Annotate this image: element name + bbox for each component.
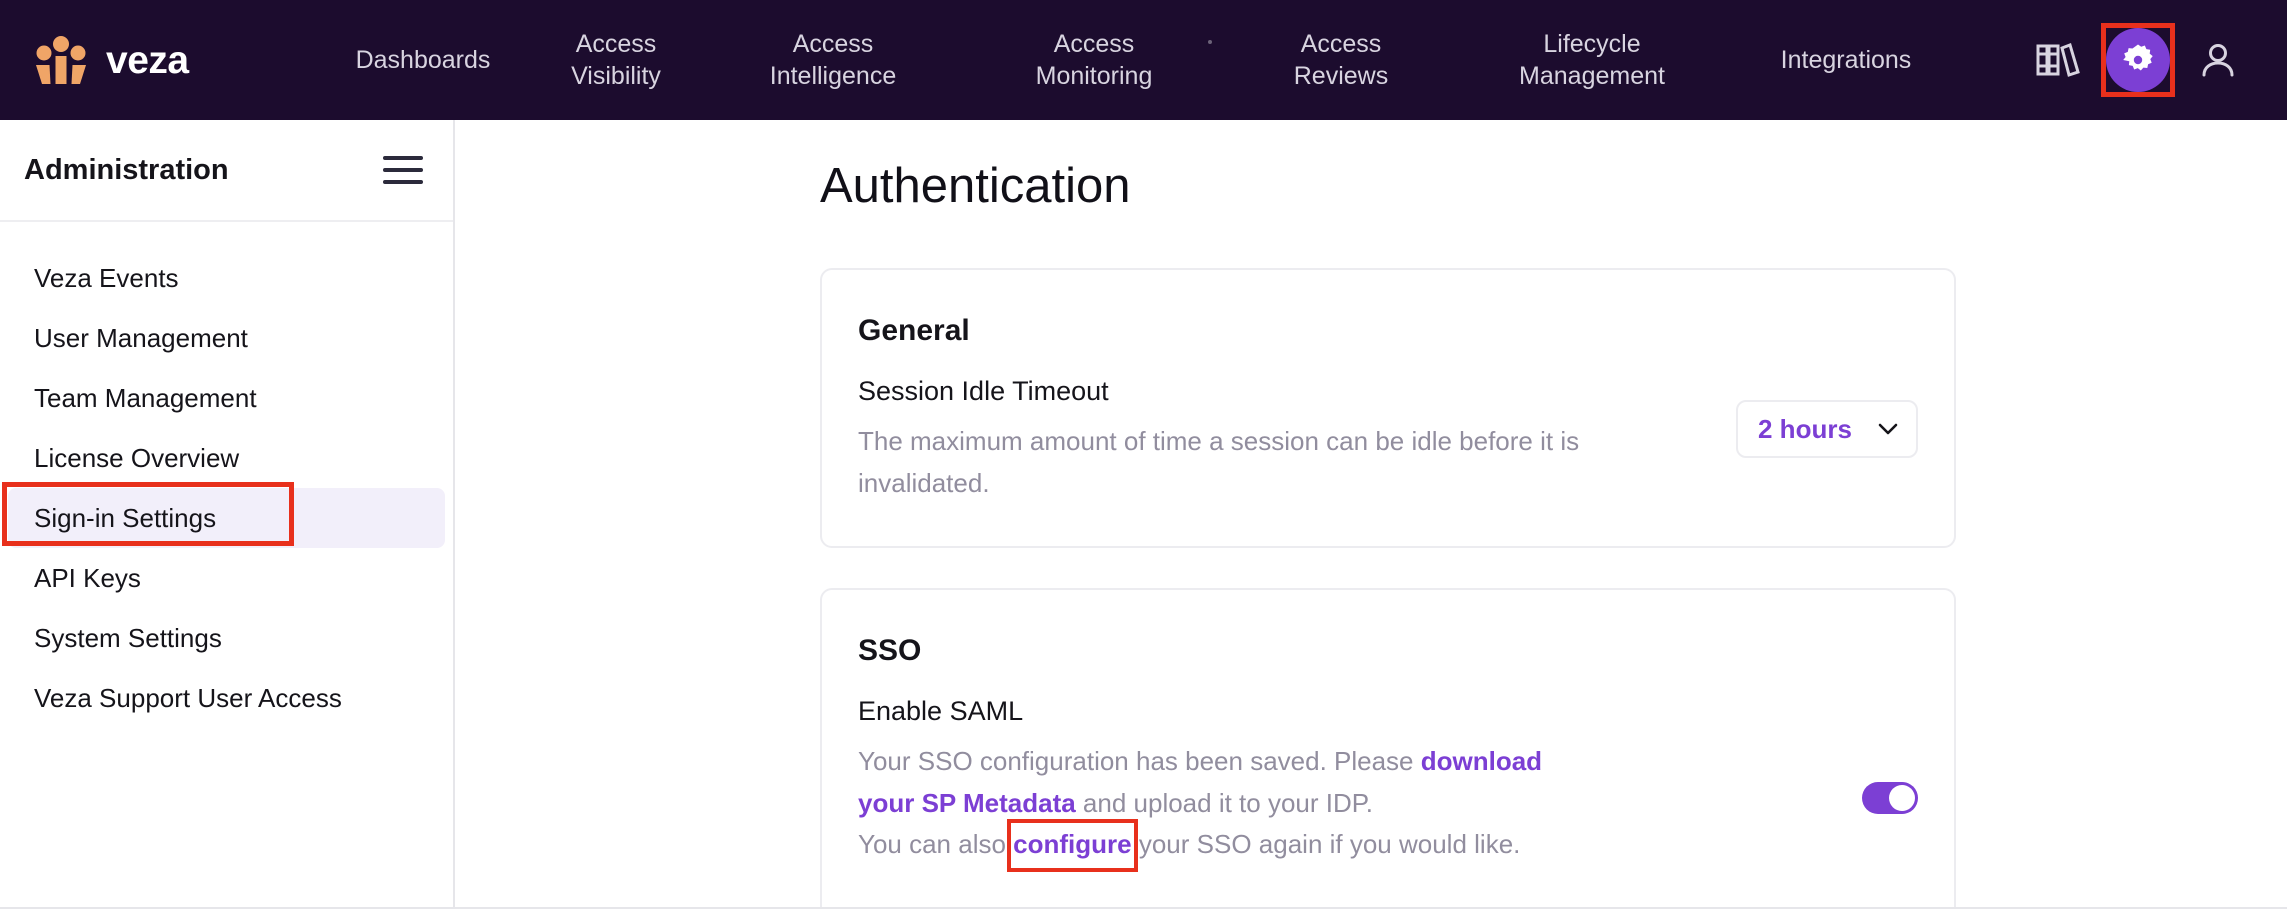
- nav-item-lifecycle-management[interactable]: Lifecycle Management: [1456, 28, 1728, 92]
- nav-item-integrations[interactable]: Integrations: [1728, 44, 1964, 76]
- session-timeout-select[interactable]: 2 hours: [1736, 400, 1918, 458]
- session-idle-timeout-control: 2 hours: [1736, 376, 1918, 458]
- sidebar-item-license-overview[interactable]: License Overview: [8, 428, 445, 488]
- library-books-icon: [2036, 43, 2080, 77]
- sidebar: Administration Veza Events User Manageme…: [0, 120, 455, 909]
- nav-dot-artifact: [1208, 40, 1212, 44]
- sidebar-item-veza-events[interactable]: Veza Events: [8, 248, 445, 308]
- enable-saml-toggle[interactable]: [1862, 782, 1918, 814]
- library-books-button[interactable]: [2023, 25, 2093, 95]
- nav-item-access-intelligence[interactable]: Access Intelligence: [704, 28, 962, 92]
- configure-link[interactable]: configure: [1013, 829, 1131, 859]
- nav-item-access-reviews[interactable]: Access Reviews: [1226, 28, 1456, 92]
- enable-saml-text: Enable SAML Your SSO configuration has b…: [858, 696, 1598, 872]
- sso-desc-line2-part2: your SSO again if you would like.: [1131, 829, 1521, 860]
- session-idle-timeout-label: Session Idle Timeout: [858, 376, 1109, 406]
- brand-name: veza: [106, 38, 189, 82]
- sidebar-item-sign-in-settings-wrapper: Sign-in Settings: [0, 482, 453, 548]
- general-settings-card: General Session Idle Timeout The maximum…: [820, 268, 1956, 548]
- account-button[interactable]: [2183, 25, 2253, 95]
- nav-items: Dashboards Access Visibility Access Inte…: [318, 0, 2023, 120]
- page-title: Authentication: [820, 159, 1131, 213]
- sidebar-title: Administration: [24, 153, 229, 186]
- sidebar-menu: Veza Events User Management Team Managem…: [0, 222, 453, 728]
- session-idle-timeout-text: Session Idle Timeout The maximum amount …: [858, 376, 1598, 504]
- session-idle-timeout-description: The maximum amount of time a session can…: [858, 426, 1580, 498]
- sso-description: Your SSO configuration has been saved. P…: [858, 741, 1598, 872]
- veza-logo-icon: [36, 36, 86, 84]
- app-root: veza Dashboards Access Visibility Access…: [0, 0, 2287, 909]
- sso-desc-part1: Your SSO configuration has been saved. P…: [858, 746, 1421, 776]
- settings-button-wrapper: [2093, 15, 2183, 105]
- sidebar-item-veza-support-user-access[interactable]: Veza Support User Access: [8, 668, 445, 728]
- chevron-down-icon: [1878, 423, 1898, 435]
- sidebar-item-team-management[interactable]: Team Management: [8, 368, 445, 428]
- enable-saml-label: Enable SAML: [858, 696, 1024, 726]
- sidebar-item-sign-in-settings[interactable]: Sign-in Settings: [8, 488, 445, 548]
- gear-icon: [2123, 44, 2153, 71]
- hamburger-icon[interactable]: [383, 156, 423, 184]
- nav-item-access-visibility[interactable]: Access Visibility: [528, 28, 704, 92]
- session-idle-timeout-row: Session Idle Timeout The maximum amount …: [822, 348, 1954, 504]
- nav-item-access-monitoring[interactable]: Access Monitoring: [962, 28, 1226, 92]
- general-card-heading: General: [858, 314, 970, 347]
- sidebar-item-system-settings[interactable]: System Settings: [8, 608, 445, 668]
- enable-saml-control: [1862, 696, 1918, 814]
- sidebar-item-user-management[interactable]: User Management: [8, 308, 445, 368]
- enable-saml-row: Enable SAML Your SSO configuration has b…: [822, 668, 1954, 872]
- top-navigation-bar: veza Dashboards Access Visibility Access…: [0, 0, 2287, 120]
- nav-right-icons: [2023, 15, 2287, 105]
- user-account-icon: [2202, 44, 2234, 77]
- sso-card-heading: SSO: [858, 634, 922, 667]
- sidebar-header: Administration: [0, 120, 453, 222]
- settings-button[interactable]: [2106, 28, 2170, 92]
- nav-item-dashboards[interactable]: Dashboards: [318, 44, 528, 76]
- sso-settings-card: SSO Enable SAML Your SSO configuration h…: [820, 588, 1956, 909]
- sso-desc-line2-part1: You can also: [858, 829, 1014, 860]
- configure-link-wrapper: configure: [1007, 819, 1138, 872]
- main-content: Authentication General Session Idle Time…: [457, 120, 2287, 909]
- brand-logo-area[interactable]: veza: [0, 35, 318, 85]
- sso-desc-part2: and upload it to your IDP.: [1075, 787, 1373, 818]
- toggle-knob: [1889, 785, 1915, 811]
- session-timeout-select-value: 2 hours: [1758, 413, 1852, 444]
- sidebar-item-api-keys[interactable]: API Keys: [8, 548, 445, 608]
